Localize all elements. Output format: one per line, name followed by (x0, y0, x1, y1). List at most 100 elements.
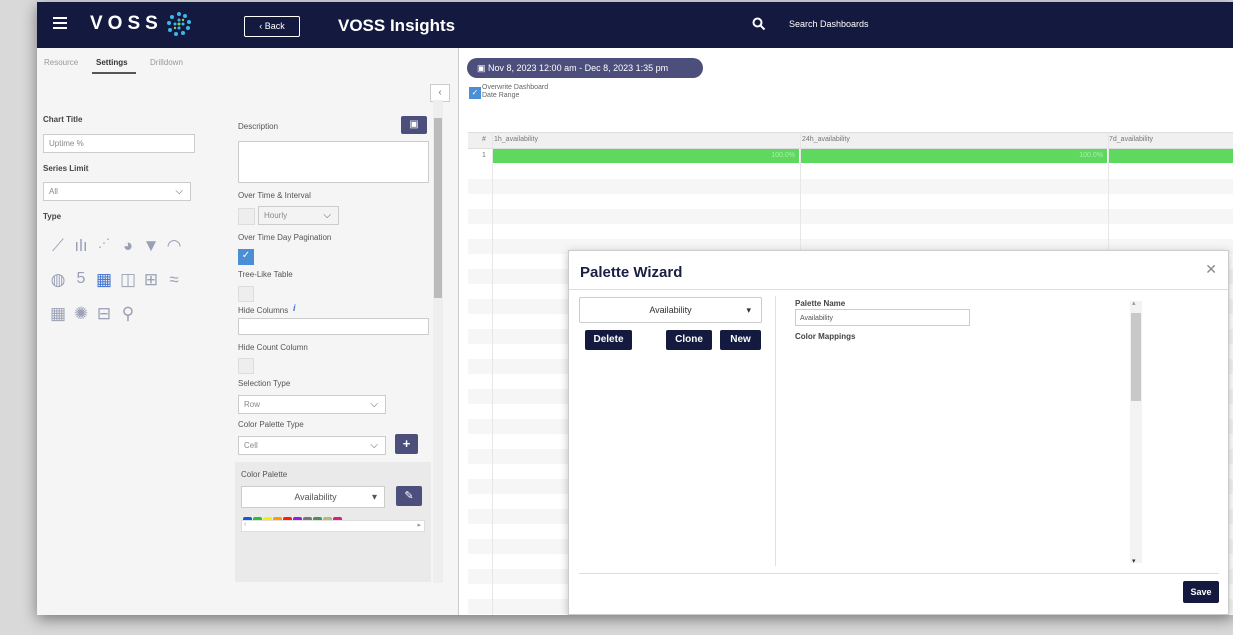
description-textarea[interactable] (238, 141, 429, 183)
search-input[interactable]: Search Dashboards (789, 19, 869, 29)
type-label: Type (43, 212, 62, 221)
tab-bar: Resource Settings Drilldown (37, 48, 458, 76)
color-palette-select[interactable]: Availability ▾ (241, 486, 385, 508)
settings-panel: Resource Settings Drilldown ‹ Chart Titl… (37, 48, 459, 615)
palette-hscroll[interactable]: ‹ ▸ (241, 520, 425, 532)
selection-type-value: Row (244, 400, 261, 409)
chevron-down-icon: ⌵ (370, 399, 378, 410)
row-index: 1 (482, 152, 486, 159)
day-pagination-checkbox[interactable]: ✓ (238, 249, 254, 265)
chart-title-input[interactable]: Uptime % (43, 134, 195, 153)
over-time-label: Over Time & Interval (238, 191, 311, 200)
sankey-icon[interactable]: ≈ (163, 270, 185, 290)
scrollbar-thumb[interactable] (434, 118, 442, 298)
overwrite-label-line2: Date Range (482, 92, 520, 99)
tree-table-icon[interactable]: ⊞ (140, 270, 162, 290)
save-button[interactable]: Save (1183, 581, 1219, 603)
selection-type-select[interactable]: Row ⌵ (238, 395, 386, 414)
line-chart-icon[interactable]: ⟋ (47, 236, 69, 256)
tree-table-label: Tree-Like Table (238, 270, 293, 279)
table-row[interactable]: 1 100.0% 100.0% (468, 149, 1233, 165)
scroll-up-icon[interactable]: ▴ (1132, 299, 1136, 307)
color-palette-value: Availability (294, 492, 337, 502)
col-header-7d[interactable]: 7d_availability (1109, 136, 1153, 143)
gauge-chart-icon[interactable]: ◠ (163, 236, 185, 256)
chevron-down-icon: ⌵ (323, 210, 331, 221)
selection-type-label: Selection Type (238, 379, 291, 388)
info-icon[interactable]: i (293, 303, 296, 313)
mappings-scrollbar[interactable]: ▴ ▾ (1130, 299, 1142, 565)
pie-chart-icon[interactable]: ◕ (117, 236, 139, 256)
scroll-left-icon[interactable]: ‹ (244, 521, 246, 528)
series-limit-label: Series Limit (43, 164, 89, 173)
new-button[interactable]: New (720, 330, 761, 350)
search-bar[interactable]: Search Dashboards (752, 15, 1052, 35)
overwrite-date-checkbox[interactable]: ✓ (469, 87, 481, 99)
col-header-index: # (482, 136, 486, 143)
over-time-checkbox[interactable] (238, 208, 255, 225)
scroll-right-icon[interactable]: ▸ (417, 521, 421, 529)
interval-value: Hourly (264, 211, 288, 220)
app-title: VOSS Insights (338, 16, 456, 35)
description-edit-button[interactable]: ▣ (401, 116, 427, 134)
interval-select[interactable]: Hourly ⌵ (258, 206, 339, 225)
card-icon[interactable]: ◫ (117, 270, 139, 290)
divider (579, 573, 1219, 574)
series-limit-select[interactable]: All ⌵ (43, 182, 191, 201)
delete-button[interactable]: Delete (585, 330, 632, 350)
palette-name-label: Palette Name (795, 299, 846, 308)
sunburst-icon[interactable]: ✺ (70, 304, 92, 324)
calendar-icon: ▣ (477, 63, 489, 73)
menu-icon[interactable] (53, 17, 67, 29)
clone-button[interactable]: Clone (666, 330, 712, 350)
palette-select[interactable]: Availability ▾ (579, 297, 762, 323)
table-cell[interactable]: 100.0% (800, 149, 1107, 163)
scatter-chart-icon[interactable]: ⋰ (93, 236, 115, 250)
top-bar: VOSS ‹ Back VOSS Insights Search Dashboa… (37, 2, 1233, 48)
number-icon[interactable]: 5 (70, 270, 92, 288)
globe-map-icon[interactable]: ◍ (47, 270, 69, 290)
chevron-down-icon: ▾ (371, 492, 377, 503)
table-icon[interactable]: ▦ (93, 270, 115, 290)
column-divider (492, 132, 493, 615)
tree-table-checkbox[interactable] (238, 286, 254, 302)
edit-palette-button[interactable]: ✎ (396, 486, 422, 506)
palette-type-value: Cell (244, 441, 258, 450)
palette-type-label: Color Palette Type (238, 420, 304, 429)
grid-table-icon[interactable]: ▦ (47, 304, 69, 324)
back-button[interactable]: ‹ Back (244, 16, 300, 37)
series-limit-value: All (49, 187, 58, 196)
active-tab-indicator (92, 72, 136, 74)
palette-name-input[interactable]: Availability (795, 309, 970, 326)
hide-columns-input[interactable] (238, 318, 429, 335)
divider (775, 296, 776, 566)
table-cell[interactable] (1108, 149, 1233, 163)
settings-scrollbar[interactable] (433, 100, 443, 583)
description-label: Description (238, 122, 279, 131)
scrollbar-thumb[interactable] (1131, 313, 1141, 401)
hide-count-checkbox[interactable] (238, 358, 254, 374)
divider (569, 289, 1228, 290)
pivot-table-icon[interactable]: ⊟ (93, 304, 115, 324)
chevron-down-icon: ⌵ (370, 440, 378, 451)
date-range-text: Nov 8, 2023 12:00 am - Dec 8, 2023 1:35 … (488, 63, 669, 73)
close-icon[interactable]: ✕ (1205, 261, 1217, 278)
scroll-down-icon[interactable]: ▾ (1132, 557, 1136, 565)
tab-settings[interactable]: Settings (96, 58, 128, 67)
overwrite-label-line1: Overwrite Dashboard (482, 84, 549, 91)
day-pagination-label: Over Time Day Pagination (238, 233, 332, 242)
funnel-chart-icon[interactable]: ▼ (140, 236, 162, 256)
color-palette-section: Color Palette Availability ▾ ✎ ‹ ▸ (235, 462, 431, 582)
bar-chart-icon[interactable]: ılı (70, 236, 92, 256)
logo-dots-icon (167, 12, 191, 36)
col-header-24h[interactable]: 24h_availability (802, 136, 850, 143)
palette-type-select[interactable]: Cell ⌵ (238, 436, 386, 455)
table-cell[interactable]: 100.0% (492, 149, 799, 163)
color-palette-label: Color Palette (241, 470, 288, 479)
tab-resource[interactable]: Resource (44, 58, 78, 67)
add-palette-button[interactable]: + (395, 434, 418, 454)
map-pin-icon[interactable]: ⚲ (117, 304, 139, 324)
col-header-1h[interactable]: 1h_availability (494, 136, 538, 143)
tab-drilldown[interactable]: Drilldown (150, 58, 183, 67)
date-range-picker[interactable]: ▣ Nov 8, 2023 12:00 am - Dec 8, 2023 1:3… (467, 58, 703, 78)
